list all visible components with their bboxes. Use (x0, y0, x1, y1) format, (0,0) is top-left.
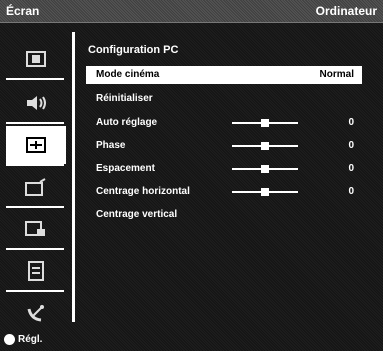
menu-row-phase[interactable]: Phase 0 (86, 137, 362, 155)
menu-row-mode-cinema[interactable]: Mode cinéma Normal (86, 66, 362, 84)
sidebar-item-sound[interactable] (6, 84, 66, 122)
sidebar-divider (6, 164, 64, 166)
row-value: 0 (348, 140, 354, 151)
sidebar-item-list[interactable] (6, 252, 66, 290)
slider-knob[interactable] (261, 119, 269, 127)
menu-title: Écran (6, 4, 40, 18)
top-bar: Écran Ordinateur (0, 0, 383, 23)
sidebar (0, 26, 72, 326)
row-label: Centrage horizontal (96, 186, 190, 197)
menu-row-reinitialiser[interactable]: Réinitialiser (86, 90, 362, 108)
menu-row-centrage-horizontal[interactable]: Centrage horizontal 0 (86, 183, 362, 201)
sidebar-divider (6, 206, 64, 208)
menu-row-espacement[interactable]: Espacement 0 (86, 160, 362, 178)
satellite-icon (25, 303, 47, 323)
sidebar-item-picture[interactable] (6, 40, 66, 78)
section-heading: Configuration PC (88, 44, 179, 56)
row-label: Réinitialiser (96, 93, 153, 104)
row-label: Phase (96, 140, 126, 151)
footer-hint-label: Régl. (18, 334, 43, 345)
sidebar-divider (6, 78, 64, 80)
slider-knob[interactable] (261, 188, 269, 196)
sidebar-item-lock[interactable] (6, 210, 66, 248)
sidebar-divider (6, 122, 64, 124)
centrage-horizontal-slider[interactable] (232, 188, 298, 196)
row-label: Mode cinéma (96, 69, 160, 80)
list-icon (27, 261, 45, 281)
menu-row-auto-reglage[interactable]: Auto réglage 0 (86, 114, 362, 132)
lock-icon (25, 220, 47, 238)
screen-adjust-icon (26, 137, 46, 153)
row-value: 0 (348, 163, 354, 174)
sidebar-item-screen[interactable] (6, 126, 66, 164)
row-value: 0 (348, 117, 354, 128)
slider-knob[interactable] (261, 165, 269, 173)
auto-reglage-slider[interactable] (232, 119, 298, 127)
espacement-slider[interactable] (232, 165, 298, 173)
sidebar-divider (6, 248, 64, 250)
slider-knob[interactable] (261, 142, 269, 150)
row-label: Espacement (96, 163, 155, 174)
row-label: Centrage vertical (96, 209, 178, 220)
row-value: Normal (319, 69, 354, 80)
enter-button-icon (4, 334, 15, 345)
row-value: 0 (348, 186, 354, 197)
sidebar-item-channel[interactable] (6, 168, 66, 206)
footer-hint: Régl. (4, 334, 42, 345)
picture-icon (26, 51, 46, 67)
speaker-icon (25, 95, 47, 111)
menu-row-centrage-vertical[interactable]: Centrage vertical (86, 206, 362, 224)
sidebar-item-satellite[interactable] (6, 294, 66, 332)
channel-icon (25, 178, 47, 196)
input-source: Ordinateur (315, 4, 377, 18)
sidebar-divider-line (72, 32, 75, 322)
sidebar-divider (6, 290, 64, 292)
row-label: Auto réglage (96, 117, 158, 128)
phase-slider[interactable] (232, 142, 298, 150)
